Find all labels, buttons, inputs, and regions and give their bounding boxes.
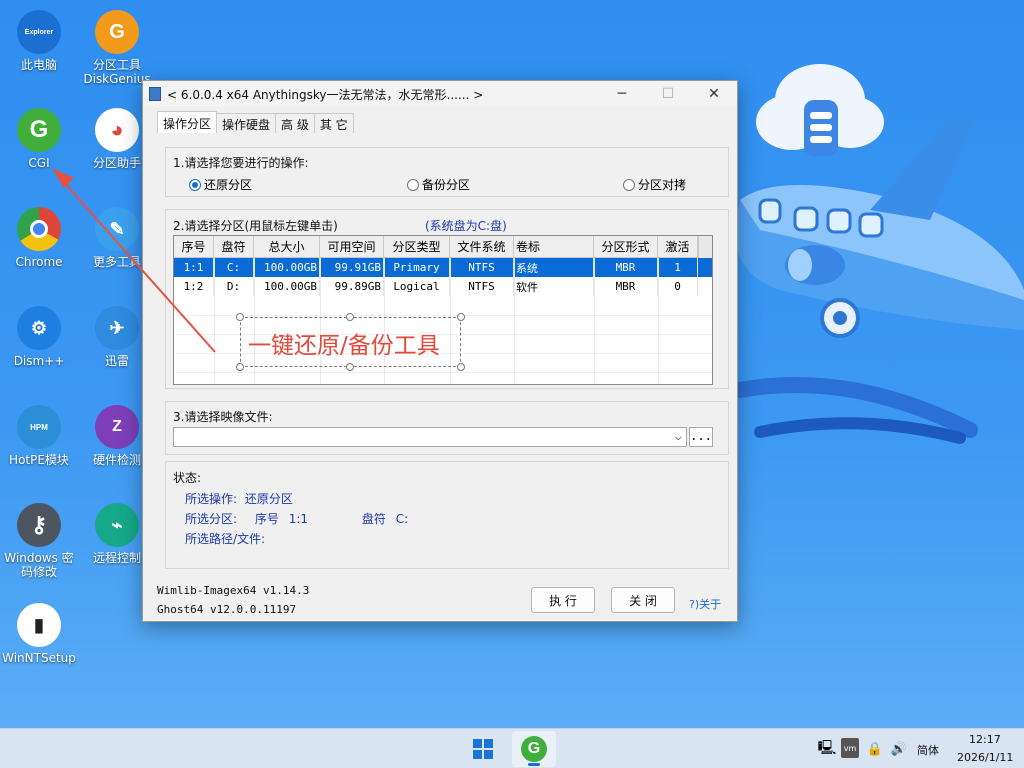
clock-date[interactable]: 2026/1/11	[957, 751, 1013, 764]
annotation-text: 一键还原/备份工具	[248, 333, 440, 359]
cgi-icon: G	[521, 736, 547, 762]
input-language[interactable]: 简体	[917, 742, 939, 758]
taskbar: G 🖳 vm 🔒 🔊 简体 12:17 2026/1/11	[0, 728, 1024, 768]
resize-handle	[236, 363, 244, 371]
vmware-tray-icon[interactable]: vm	[841, 738, 859, 758]
annotation-arrow	[52, 168, 216, 353]
clock-time[interactable]: 12:17	[969, 733, 1001, 746]
resize-handle	[346, 363, 354, 371]
network-icon[interactable]: 🖳	[818, 740, 837, 758]
resize-handle	[457, 313, 465, 321]
volume-icon[interactable]: 🔊	[890, 740, 908, 758]
tab-operate-partition[interactable]: 操作分区	[157, 111, 218, 133]
taskbar-cgi-app[interactable]: G	[512, 731, 556, 767]
resize-handle	[346, 313, 354, 321]
resize-handle	[457, 363, 465, 371]
active-indicator	[528, 763, 540, 766]
windows-logo-icon	[473, 739, 493, 759]
security-icon[interactable]: 🔒	[866, 740, 884, 758]
start-button[interactable]	[470, 737, 496, 761]
resize-handle	[236, 313, 244, 321]
